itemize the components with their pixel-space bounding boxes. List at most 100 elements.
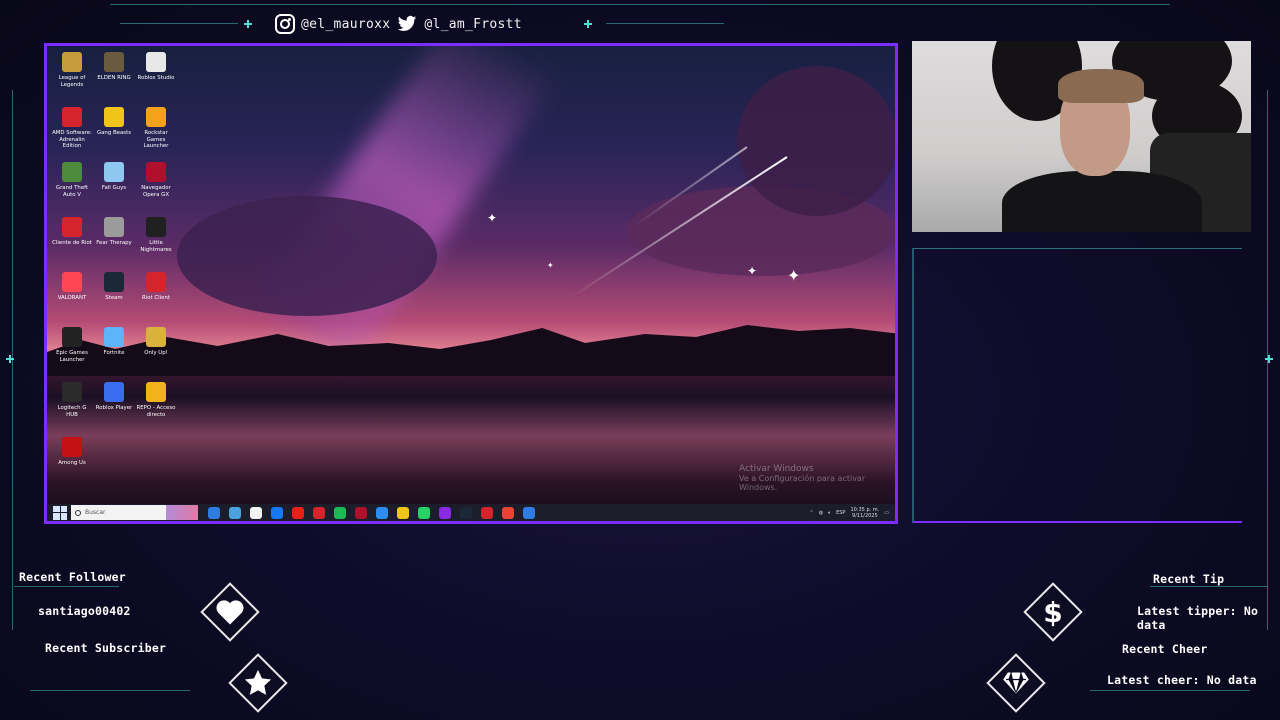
desktop-icon-label: Fear Therapy [96,240,132,246]
instagram-handle: @el_mauroxx [301,16,391,32]
star-icon: ✦ [547,261,554,270]
taskbar-app-icon[interactable] [229,506,241,519]
taskbar-time: 10:35 p. m. [850,506,880,513]
app-icon [62,272,82,292]
taskbar-app-icon[interactable] [418,506,430,519]
desktop-icon-label: Riot Client [142,295,170,301]
desktop-icon-label: AMD Software: Adrenalin Edition [52,130,92,149]
desktop-icon[interactable]: REPO - Acceso directo [135,380,177,435]
recent-follower-name: santiago00402 [38,604,131,618]
app-icon [146,162,166,182]
recent-subscriber-label: Recent Subscriber [45,641,167,655]
taskbar-app-icon[interactable] [481,506,493,519]
frame-crosshair-icon [6,355,14,363]
language-indicator[interactable]: ESP [836,510,845,516]
instagram-icon [275,14,295,34]
desktop-icon-grid: League of Legends ELDEN RING Roblox Studio… [51,50,177,490]
taskbar-app-icon[interactable] [523,506,535,519]
taskbar-app-icon[interactable] [271,506,283,519]
webcam-feed [912,41,1251,232]
twitter-icon [398,15,417,31]
desktop-icon[interactable]: Only Up! [135,325,177,380]
star-icon [244,669,272,695]
recent-cheer-value: Latest cheer: No data [1107,673,1257,687]
taskbar-app-icon[interactable] [208,506,220,519]
taskbar-date: 9/11/2025 [852,512,878,519]
desktop-icon-label: Steam [105,295,123,301]
desktop-icon[interactable]: Epic Games Launcher [51,325,93,380]
desktop-icon-label: Only Up! [144,350,168,356]
desktop-icon[interactable]: Fear Therapy [93,215,135,270]
taskbar-app-icon[interactable] [334,506,346,519]
cloud [737,66,895,216]
desktop-icon[interactable]: Fortnite [93,325,135,380]
app-icon [62,52,82,72]
desktop-icon-label: Roblox Player [95,405,133,411]
app-icon [146,382,166,402]
star-icon: ✦ [487,211,498,225]
watermark-title: Activar Windows [739,464,814,474]
notifications-icon[interactable]: ▭ [884,510,889,516]
network-icon[interactable]: ◍ [819,510,823,516]
taskbar-app-icon[interactable] [292,506,304,519]
desktop-icon[interactable]: Fall Guys [93,160,135,215]
taskbar-app-icon[interactable] [460,506,472,519]
frame-crosshair-icon [244,20,252,28]
app-icon [62,437,82,457]
desktop-icon[interactable]: Gang Beasts [93,105,135,160]
desktop-icon-label: Logitech G HUB [57,405,87,418]
desktop-icon[interactable]: VALORANT [51,270,93,325]
desktop-icon[interactable]: Little Nightmares [135,215,177,270]
gem-badge [986,653,1046,713]
desktop-icon[interactable]: Among Us [51,435,93,490]
taskbar-app-icon[interactable] [250,506,262,519]
taskbar-app-icon[interactable] [397,506,409,519]
volume-icon[interactable]: 🔈︎ [828,510,831,516]
desktop-icon-label: Fortnite [103,350,125,356]
dollar-badge: $ [1023,582,1083,642]
desktop-icon[interactable]: League of Legends [51,50,93,105]
desktop-icon[interactable]: AMD Software: Adrenalin Edition [51,105,93,160]
chat-panel [912,248,1242,523]
chevron-up-icon[interactable]: ⌃ [810,510,814,516]
frame-crosshair-icon [584,20,592,28]
desktop-icon[interactable]: Roblox Player [93,380,135,435]
taskbar-app-icon[interactable] [439,506,451,519]
app-icon [62,382,82,402]
search-highlight-art [166,505,198,520]
heart-badge [200,582,260,642]
desktop-icon-label: Rockstar Games Launcher [143,130,169,149]
desktop-icon-label: VALORANT [57,295,87,301]
app-icon [104,52,124,72]
frame-tip-underline [1150,586,1268,587]
desktop-icon[interactable]: ELDEN RING [93,50,135,105]
taskbar-app-icon[interactable] [313,506,325,519]
recent-tip-label: Recent Tip [1153,572,1225,586]
desktop-capture: ✦ ✦ ✦ ✦ League of Legends ELDEN RING Roblo… [44,43,898,524]
taskbar-app-icon[interactable] [376,506,388,519]
windows-activation-watermark: Activar Windows Ve a Configuración para … [739,464,895,492]
streamer-cap [1058,69,1144,103]
taskbar: Buscar ⌃ ◍ 🔈︎ ESP 10:35 p. m. 9/11/2025 … [47,504,895,521]
windows-start-button[interactable] [53,505,67,520]
desktop-icon-label: ELDEN RING [97,75,131,81]
desktop-icon[interactable]: Navegador Opera GX [135,160,177,215]
recent-cheer-label: Recent Cheer [1122,642,1208,656]
star-icon: ✦ [787,266,801,285]
frame-follower-underline [14,586,119,587]
frame-crosshair-icon [1265,355,1273,363]
desktop-icon[interactable]: Steam [93,270,135,325]
desktop-icon[interactable]: Rockstar Games Launcher [135,105,177,160]
app-icon [62,162,82,182]
taskbar-app-icon[interactable] [502,506,514,519]
desktop-icon[interactable]: Roblox Studio [135,50,177,105]
taskbar-clock[interactable]: 10:35 p. m. 9/11/2025 [850,507,879,519]
desktop-icon[interactable]: Riot Client [135,270,177,325]
app-icon [104,272,124,292]
desktop-icon-label: Roblox Studio [137,75,175,81]
taskbar-search-box[interactable]: Buscar [71,505,198,520]
taskbar-app-icon[interactable] [355,506,367,519]
desktop-icon[interactable]: Grand Theft Auto V [51,160,93,215]
desktop-icon[interactable]: Logitech G HUB [51,380,93,435]
desktop-icon[interactable]: Cliente de Riot [51,215,93,270]
